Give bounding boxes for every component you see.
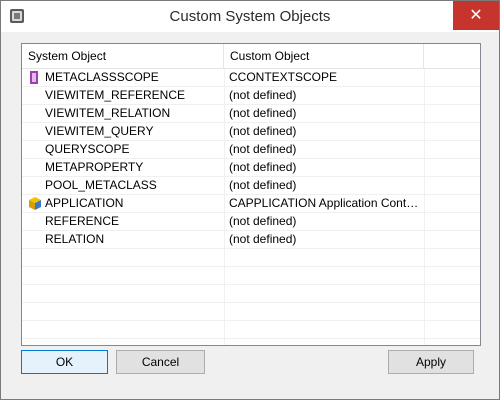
table-row[interactable]: RELATION (not defined): [22, 231, 480, 249]
application-icon: [29, 197, 41, 210]
table-row-empty: [22, 285, 480, 303]
table-row-empty: [22, 249, 480, 267]
row-system-object: QUERYSCOPE: [45, 142, 130, 156]
column-header-empty: [424, 44, 480, 68]
table-row[interactable]: APPLICATION CAPPLICATION Application Con…: [22, 195, 480, 213]
row-custom-object: CAPPLICATION Application Context ...: [229, 196, 419, 210]
close-button[interactable]: ✕: [453, 1, 499, 30]
row-custom-object: (not defined): [229, 160, 297, 174]
table-row[interactable]: REFERENCE (not defined): [22, 213, 480, 231]
apply-button[interactable]: Apply: [388, 350, 474, 374]
table-row[interactable]: METAPROPERTY (not defined): [22, 159, 480, 177]
row-system-object: APPLICATION: [45, 196, 124, 210]
row-system-object: REFERENCE: [45, 214, 120, 228]
dialog-body: System Object Custom Object METACLASSSCO…: [8, 32, 492, 391]
row-system-object: VIEWITEM_QUERY: [45, 124, 154, 138]
table-row[interactable]: QUERYSCOPE (not defined): [22, 141, 480, 159]
column-header-custom-object[interactable]: Custom Object: [224, 44, 424, 68]
table-row[interactable]: VIEWITEM_QUERY (not defined): [22, 123, 480, 141]
metaclass-icon: [30, 71, 38, 84]
cancel-button[interactable]: Cancel: [116, 350, 205, 374]
table-row[interactable]: POOL_METACLASS (not defined): [22, 177, 480, 195]
table-row[interactable]: VIEWITEM_RELATION (not defined): [22, 105, 480, 123]
row-system-object: METACLASSSCOPE: [45, 70, 159, 84]
ok-button[interactable]: OK: [21, 350, 108, 374]
row-custom-object: (not defined): [229, 106, 297, 120]
row-system-object: POOL_METACLASS: [45, 178, 157, 192]
row-system-object: VIEWITEM_REFERENCE: [45, 88, 186, 102]
row-system-object: VIEWITEM_RELATION: [45, 106, 171, 120]
dialog-window: Custom System Objects ✕ System Object Cu…: [0, 0, 500, 400]
objects-list[interactable]: System Object Custom Object METACLASSSCO…: [21, 43, 481, 346]
row-custom-object: (not defined): [229, 214, 297, 228]
list-rows: METACLASSSCOPE CCONTEXTSCOPE VIEWITEM_RE…: [22, 69, 480, 339]
row-custom-object: (not defined): [229, 178, 297, 192]
table-row[interactable]: VIEWITEM_REFERENCE (not defined): [22, 87, 480, 105]
table-row[interactable]: METACLASSSCOPE CCONTEXTSCOPE: [22, 69, 480, 87]
column-header-system-object[interactable]: System Object: [22, 44, 224, 68]
row-system-object: METAPROPERTY: [45, 160, 144, 174]
table-row-empty: [22, 321, 480, 339]
list-header: System Object Custom Object: [22, 44, 480, 69]
table-row-empty: [22, 267, 480, 285]
row-system-object: RELATION: [45, 232, 105, 246]
row-custom-object: (not defined): [229, 88, 297, 102]
row-custom-object: (not defined): [229, 142, 297, 156]
close-icon: ✕: [469, 7, 483, 24]
row-custom-object: (not defined): [229, 124, 297, 138]
window-title: Custom System Objects: [169, 8, 331, 25]
table-row-empty: [22, 303, 480, 321]
row-custom-object: (not defined): [229, 232, 297, 246]
title-bar: Custom System Objects ✕: [1, 1, 499, 32]
row-custom-object: CCONTEXTSCOPE: [229, 70, 338, 84]
